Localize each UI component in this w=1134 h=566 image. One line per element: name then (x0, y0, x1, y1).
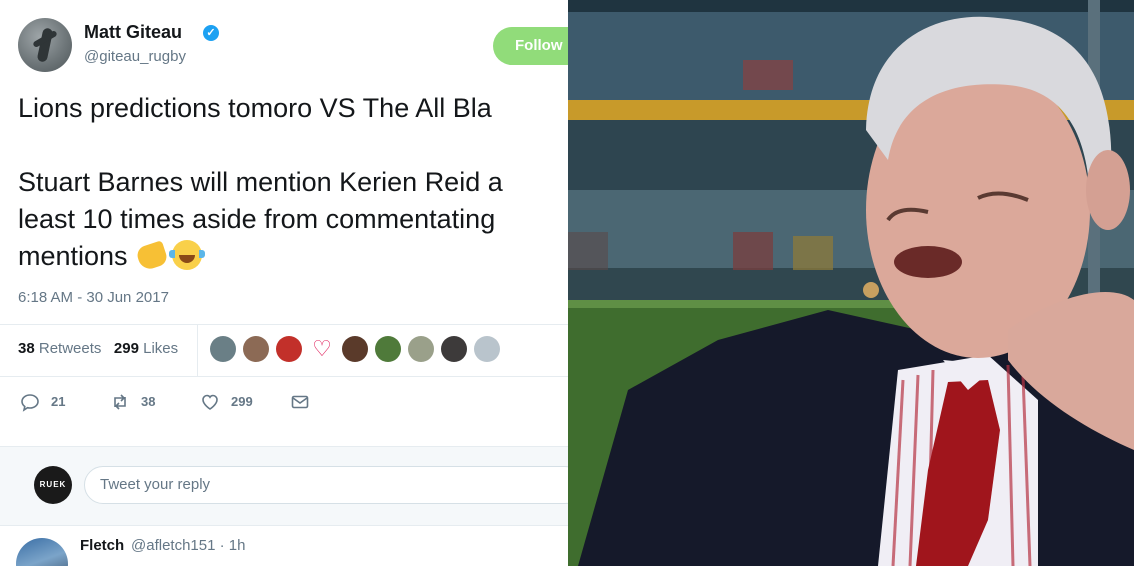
likes-label[interactable]: Likes (143, 340, 178, 357)
tweet-stats: 38 Retweets 299 Likes (18, 340, 178, 357)
tweet-text-line (18, 127, 568, 164)
author-handle[interactable]: @giteau_rugby (84, 48, 186, 65)
stats-divider (197, 324, 198, 376)
retweets-label[interactable]: Retweets (39, 340, 102, 357)
liker-avatar-8[interactable] (441, 336, 467, 362)
liker-avatar-6[interactable] (375, 336, 401, 362)
reply-icon (21, 394, 39, 412)
tweet-text-line-last: mentions (18, 238, 568, 275)
reply-author-meta[interactable]: @afletch151 · 1h (131, 537, 245, 554)
reply-author-avatar[interactable] (16, 538, 68, 566)
likes-count[interactable]: 299 (114, 340, 139, 357)
commentator-photo (568, 0, 1134, 566)
tweet-actions: 21 38 299 (20, 392, 340, 414)
tweet-text-line: mentions (18, 241, 128, 271)
liker-heart-avatar[interactable]: ♡ (309, 336, 335, 362)
tweet-text-line: least 10 times aside from commentating (18, 204, 496, 234)
tweet-text-line: Stuart Barnes will mention Kerien Reid a (18, 167, 503, 197)
like-count: 299 (231, 394, 253, 409)
divider (0, 376, 568, 377)
retweet-count: 38 (141, 394, 156, 409)
liker-avatar-2[interactable] (243, 336, 269, 362)
stadium-photo-illustration (568, 0, 1134, 566)
heart-icon (202, 394, 218, 410)
reply-author-name[interactable]: Fletch (80, 537, 124, 554)
follow-button[interactable]: Follow (493, 27, 568, 65)
envelope-icon (291, 395, 309, 409)
reply-input[interactable]: Tweet your reply (84, 466, 568, 504)
reply-count: 21 (51, 394, 66, 409)
tweet-timestamp[interactable]: 6:18 AM - 30 Jun 2017 (18, 289, 169, 306)
pointing-hand-emoji-icon (134, 240, 169, 272)
liker-avatar-1[interactable] (210, 336, 236, 362)
author-avatar[interactable] (18, 18, 72, 72)
liker-avatar-5[interactable] (342, 336, 368, 362)
current-user-avatar[interactable]: RUEK (34, 466, 72, 504)
divider (0, 324, 568, 325)
tears-of-joy-emoji-icon (168, 240, 205, 270)
tweet-text: Lions predictions tomoro VS The All Bla … (18, 90, 568, 275)
retweet-icon (114, 394, 126, 410)
tweet-text-line: Lions predictions tomoro VS The All Bla (18, 93, 492, 123)
author-display-name[interactable]: Matt Giteau (84, 22, 182, 43)
retweets-count[interactable]: 38 (18, 340, 35, 357)
liker-avatar-3[interactable] (276, 336, 302, 362)
verified-badge-icon: ✓ (203, 25, 219, 41)
liker-avatar-7[interactable] (408, 336, 434, 362)
tweet-panel: Matt Giteau ✓ @giteau_rugby Follow Lions… (0, 0, 568, 566)
liker-avatar-9[interactable] (474, 336, 500, 362)
